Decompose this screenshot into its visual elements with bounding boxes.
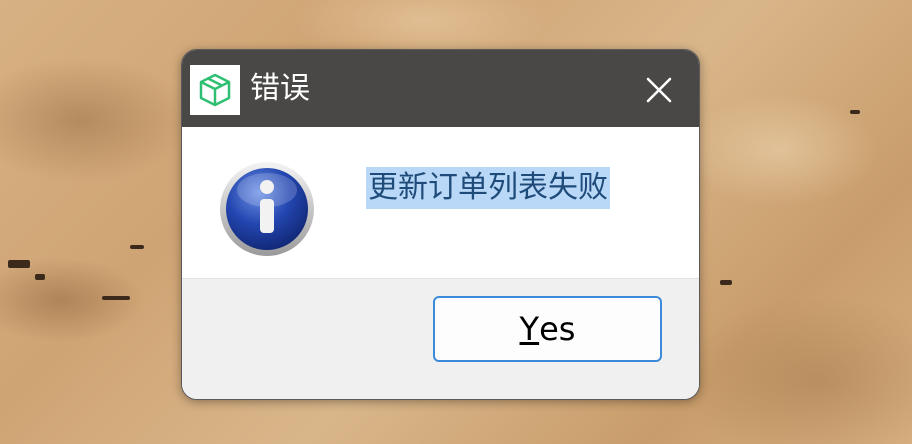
close-button[interactable]	[639, 70, 679, 110]
error-message: 更新订单列表失败	[366, 167, 610, 209]
error-dialog: 错误 更新订单列表失败 Y es	[181, 49, 700, 400]
dialog-body: 更新订单列表失败	[182, 127, 699, 278]
package-box-icon	[190, 65, 240, 115]
desk-speck	[130, 245, 144, 249]
desk-speck	[8, 260, 30, 268]
close-icon	[646, 77, 672, 103]
desk-speck	[102, 296, 130, 300]
info-icon	[220, 162, 314, 256]
desk-speck	[720, 280, 732, 285]
dialog-titlebar: 错误	[182, 50, 699, 127]
yes-button[interactable]: Yes	[433, 296, 662, 362]
dialog-footer: Yes	[182, 278, 699, 399]
desk-speck	[850, 110, 860, 114]
desk-speck	[35, 274, 45, 280]
dialog-title: 错误	[250, 71, 310, 106]
yes-button-mnemonic: Y	[519, 310, 540, 348]
yes-button-label: es	[539, 310, 576, 348]
